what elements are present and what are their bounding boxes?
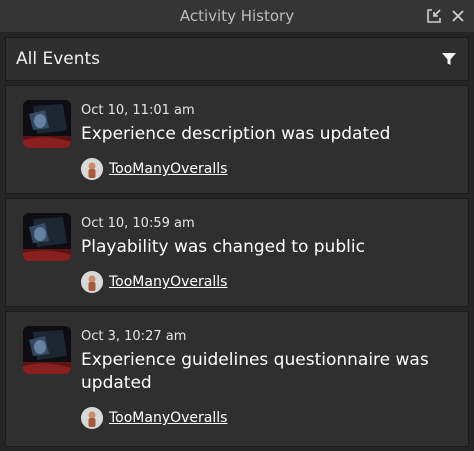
event-description: Playability was changed to public — [81, 237, 365, 257]
event-username[interactable]: TooManyOveralls — [109, 161, 227, 177]
restore-window-button[interactable] — [424, 6, 444, 26]
event-filter-bar: All Events — [5, 37, 469, 81]
event-description: Experience guidelines questionnaire was … — [81, 350, 429, 393]
event-timestamp: Oct 3, 10:27 am — [81, 329, 187, 344]
close-window-button[interactable] — [448, 6, 468, 26]
experience-thumbnail — [23, 213, 71, 261]
title-bar: Activity History — [0, 0, 474, 32]
event-user-link[interactable]: TooManyOveralls — [81, 407, 227, 429]
restore-window-icon — [427, 9, 441, 23]
filter-button[interactable] — [440, 50, 458, 68]
user-avatar — [81, 407, 103, 429]
window-title: Activity History — [179, 7, 295, 25]
event-user-link[interactable]: TooManyOveralls — [81, 271, 227, 293]
user-avatar — [81, 158, 103, 180]
experience-thumbnail — [23, 326, 71, 374]
event-card: Oct 10, 11:01 am Experience description … — [5, 85, 469, 194]
event-user-link[interactable]: TooManyOveralls — [81, 158, 227, 180]
activity-history-window: Activity History All Events Oct 10, 11:0… — [0, 0, 474, 451]
close-icon — [452, 10, 464, 22]
event-card: Oct 10, 10:59 am Playability was changed… — [5, 198, 469, 307]
event-timestamp: Oct 10, 10:59 am — [81, 216, 195, 231]
event-username[interactable]: TooManyOveralls — [109, 274, 227, 290]
event-description: Experience description was updated — [81, 124, 391, 144]
event-timestamp: Oct 10, 11:01 am — [81, 103, 195, 118]
filter-label: All Events — [16, 49, 101, 69]
filter-funnel-icon — [442, 53, 456, 65]
experience-thumbnail — [23, 100, 71, 148]
event-username[interactable]: TooManyOveralls — [109, 410, 227, 426]
event-card: Oct 3, 10:27 am Experience guidelines qu… — [5, 311, 469, 447]
user-avatar — [81, 271, 103, 293]
